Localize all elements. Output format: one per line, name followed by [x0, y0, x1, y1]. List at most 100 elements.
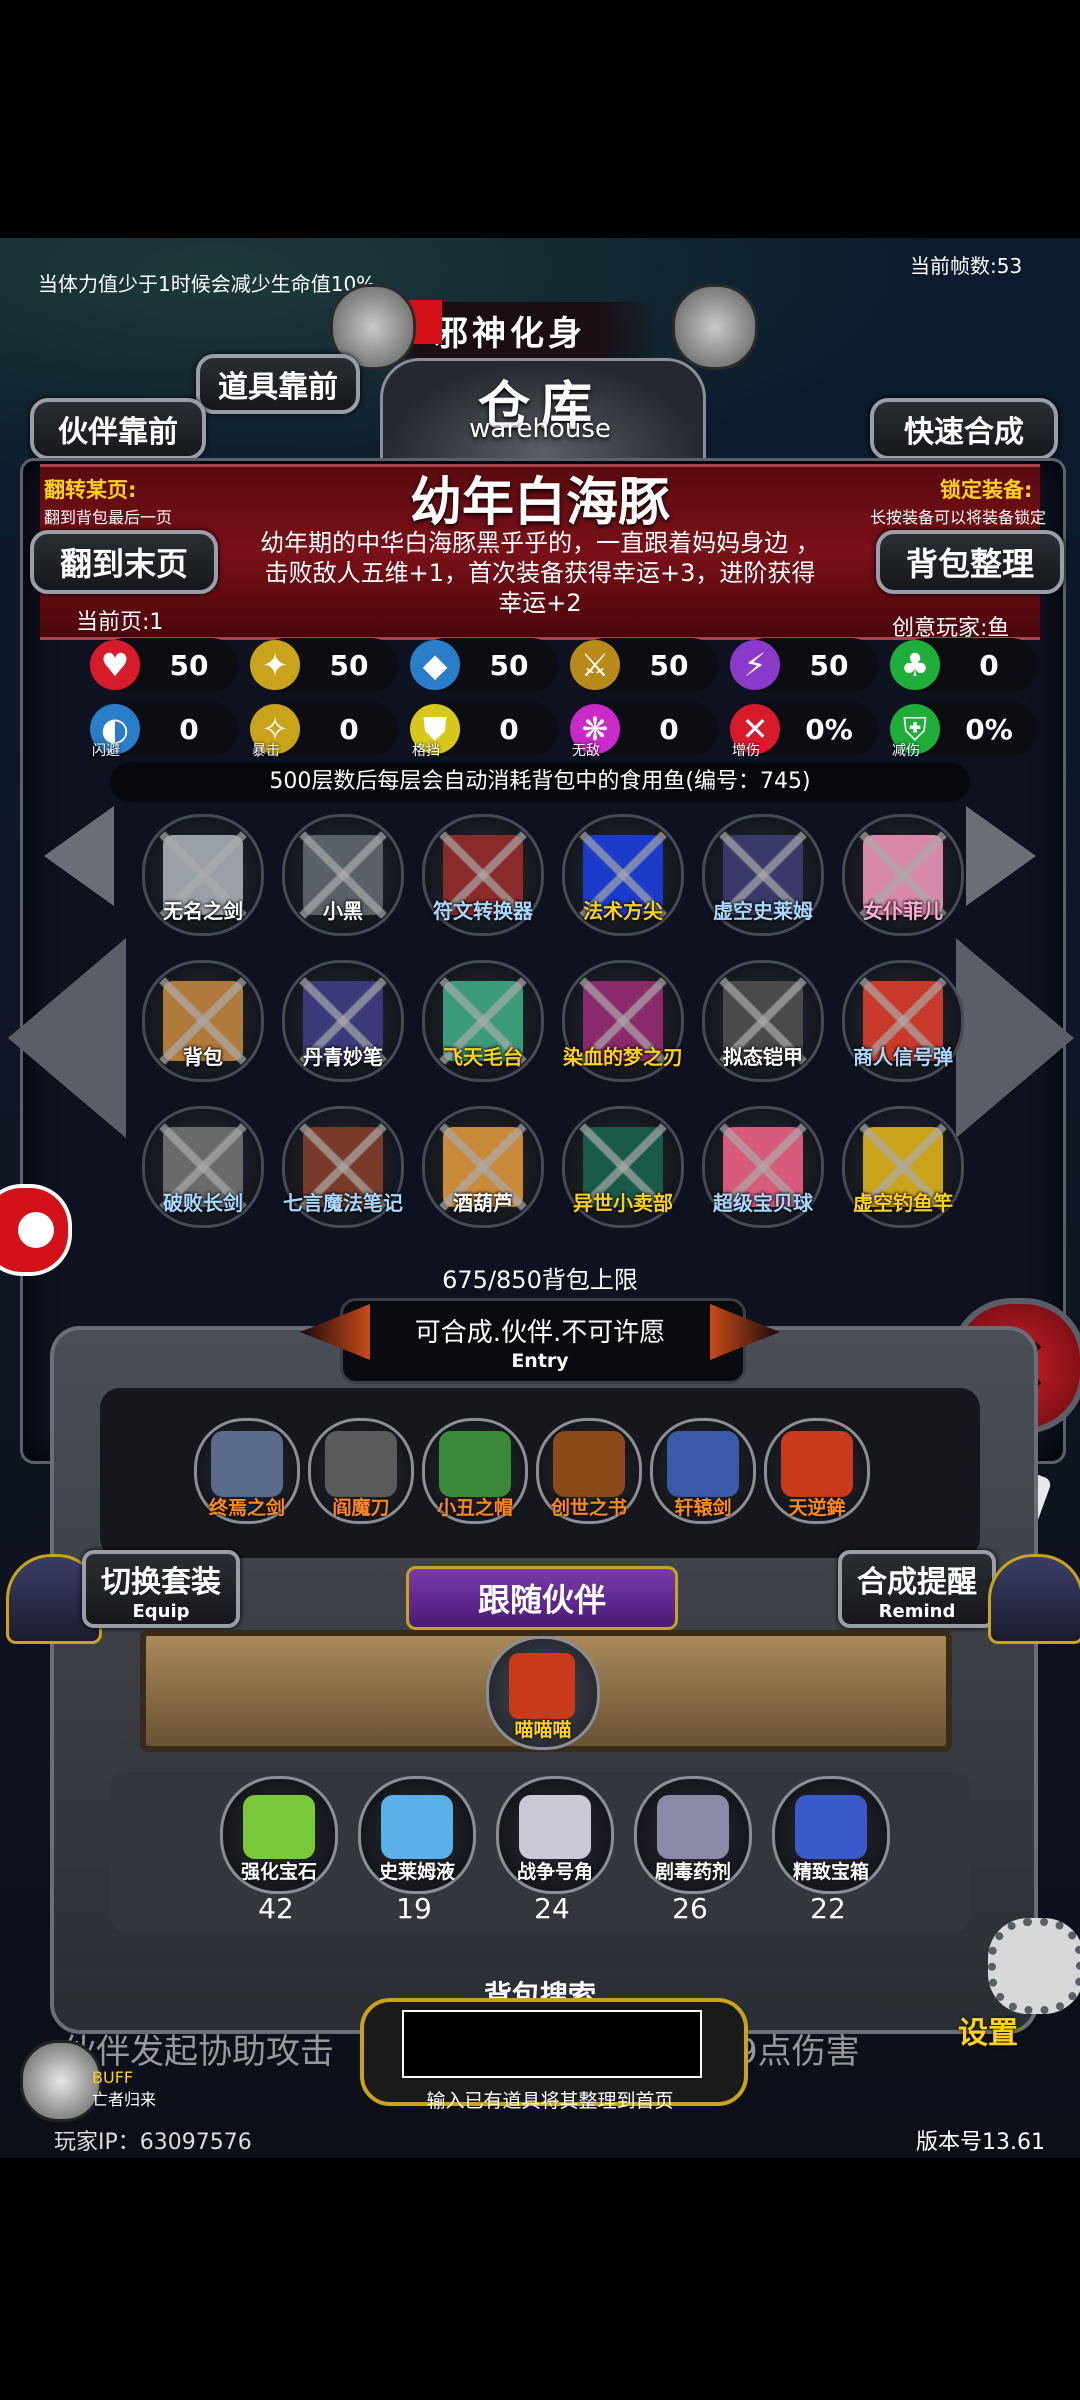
to-last-page-button[interactable]: 翻到末页 [30, 530, 218, 594]
current-page-label: 当前页:1 [76, 610, 164, 635]
inventory-item[interactable]: 背包 [142, 960, 264, 1082]
settings-label[interactable]: 设置 [958, 2008, 1018, 2052]
partner-art [509, 1653, 575, 1719]
stat-pill: ⚡ 50 [730, 638, 878, 692]
stat-value: 0% [805, 712, 853, 746]
stat-pill: ✧ 暴击 0 [250, 702, 398, 759]
equip-name: 天逆鉾 [788, 1497, 846, 1519]
stat-value: 0 [339, 712, 359, 746]
inventory-item[interactable]: 超级宝贝球 [702, 1106, 824, 1228]
switch-set-button[interactable]: 切换套装 Equip [0, 1550, 250, 1644]
item-name: 染血的梦之刃 [563, 1045, 683, 1069]
material-slot[interactable]: 强化宝石 [220, 1776, 338, 1894]
item-name: 丹青妙笔 [303, 1045, 383, 1069]
inventory-item[interactable]: 商人信号弹 [842, 960, 964, 1082]
item-name: 破败长剑 [163, 1191, 243, 1215]
inventory-item[interactable]: 虚空钓鱼竿 [842, 1106, 964, 1228]
equip-art-icon [781, 1431, 853, 1497]
stamina-notice: 当体力值少于1时候会减少生命值10% [38, 272, 376, 296]
material-art-icon [381, 1795, 453, 1859]
scroll-text-left: 伙伴发起协助攻击 [62, 2032, 334, 2072]
stat-label: 无敌 [572, 743, 600, 759]
skull-emblem-right-icon [672, 284, 758, 370]
quick-craft-button[interactable]: 快速合成 [870, 398, 1058, 460]
partner-portrait[interactable]: 喵喵喵 [486, 1636, 600, 1750]
inventory-item[interactable]: 女仆菲儿 [842, 814, 964, 936]
to-last-page-label: 翻到末页 [59, 545, 188, 583]
item-name: 酒葫芦 [453, 1191, 513, 1215]
material-name: 精致宝箱 [792, 1861, 869, 1883]
prev-page-arrow[interactable] [8, 938, 126, 1138]
quick-craft-label: 快速合成 [904, 415, 1024, 450]
inventory-item[interactable]: 破败长剑 [142, 1106, 264, 1228]
inventory-item[interactable]: 拟态铠甲 [702, 960, 824, 1082]
equip-art-icon [325, 1431, 397, 1497]
frame-counter: 当前帧数:53 [910, 254, 1023, 278]
bag-sort-button[interactable]: 背包整理 [876, 530, 1064, 594]
stat-value: 0% [965, 712, 1013, 746]
material-art-icon [519, 1795, 591, 1859]
warehouse-subtitle: warehouse [469, 414, 611, 444]
page-turn-hint: 翻到背包最后一页 [44, 508, 173, 527]
inventory-item[interactable]: 无名之剑 [142, 814, 264, 936]
version: 版本号13.61 [916, 2130, 1045, 2155]
material-slot[interactable]: 剧毒药剂 [634, 1776, 752, 1894]
inventory-item[interactable]: 七言魔法笔记 [282, 1106, 404, 1228]
inventory-item[interactable]: 丹青妙笔 [282, 960, 404, 1082]
inventory-item[interactable]: 异世小卖部 [562, 1106, 684, 1228]
title-banner-text: 邪神化身 [434, 313, 586, 354]
follow-partner-title: 跟随伙伴 [477, 1581, 606, 1619]
lock-equip-label: 锁定装备: [940, 478, 1033, 502]
equipped-item[interactable]: 天逆鉾 [764, 1418, 870, 1524]
item-name: 小黑 [323, 899, 363, 923]
buff-skull-icon[interactable] [20, 2040, 102, 2122]
stat-pill: ♣ 0 [890, 638, 1038, 692]
craft-remind-button[interactable]: 合成提醒 Remind [830, 1550, 1080, 1644]
inventory-item[interactable]: 飞天毛台 [422, 960, 544, 1082]
material-art-icon [795, 1795, 867, 1859]
material-slot[interactable]: 精致宝箱 [772, 1776, 890, 1894]
damage-up-icon: ✕ 增伤 [730, 704, 780, 759]
inventory-item[interactable]: 酒葫芦 [422, 1106, 544, 1228]
fish-notice: 500层数后每层会自动消耗背包中的食用鱼(编号：745) [110, 762, 970, 802]
equip-art-icon [439, 1431, 511, 1497]
material-count: 42 [258, 1892, 294, 1925]
gear-icon[interactable] [988, 1918, 1080, 2014]
material-count: 22 [810, 1892, 846, 1925]
next-page-small-arrow[interactable] [966, 806, 1036, 906]
item-name: 商人信号弹 [853, 1045, 953, 1069]
stat-pill: ♥ 50 [90, 638, 238, 692]
material-count: 19 [396, 1892, 432, 1925]
prev-page-small-arrow[interactable] [44, 806, 114, 906]
item-name: 符文转换器 [433, 899, 533, 923]
entry-text: 可合成.伙伴.不可许愿 [414, 1318, 666, 1348]
stat-pill: ✦ 50 [250, 638, 398, 692]
search-input[interactable] [402, 2010, 702, 2078]
player-ip: 玩家IP：63097576 [54, 2130, 252, 2155]
inventory-item[interactable]: 符文转换器 [422, 814, 544, 936]
material-slot[interactable]: 史莱姆液 [358, 1776, 476, 1894]
item-name: 背包 [183, 1045, 223, 1069]
bag-capacity: 675/850背包上限 [442, 1266, 638, 1294]
stat-value: 0 [179, 712, 199, 746]
next-page-arrow[interactable] [956, 938, 1074, 1138]
stat-pill: ✕ 增伤 0% [730, 702, 878, 759]
inventory-item[interactable]: 虚空史莱姆 [702, 814, 824, 936]
inventory-item[interactable]: 小黑 [282, 814, 404, 936]
craft-remind-label: 合成提醒 [857, 1564, 977, 1600]
boot-icon: ◆ [410, 640, 460, 690]
inventory-item[interactable]: 法术方尖 [562, 814, 684, 936]
material-slot[interactable]: 战争号角 [496, 1776, 614, 1894]
stat-value: 50 [169, 648, 209, 682]
craft-remind-frame: 合成提醒 Remind [838, 1550, 996, 1628]
dodge-icon: ◐ 闪避 [90, 704, 140, 759]
craft-remind-en: Remind [878, 1600, 956, 1622]
inventory-item[interactable]: 染血的梦之刃 [562, 960, 684, 1082]
item-name: 七言魔法笔记 [283, 1191, 403, 1215]
items-front-button[interactable]: 道具靠前 [196, 354, 360, 414]
material-art-icon [243, 1795, 315, 1859]
partner-front-button[interactable]: 伙伴靠前 [30, 398, 206, 460]
item-name: 法术方尖 [583, 899, 663, 923]
selected-item-description: 幼年期的中华白海豚黑乎乎的，一直跟着妈妈身边 ， 击败敌人五维+1，首次装备获得… [260, 529, 820, 617]
clover-icon: ♣ [890, 640, 940, 690]
